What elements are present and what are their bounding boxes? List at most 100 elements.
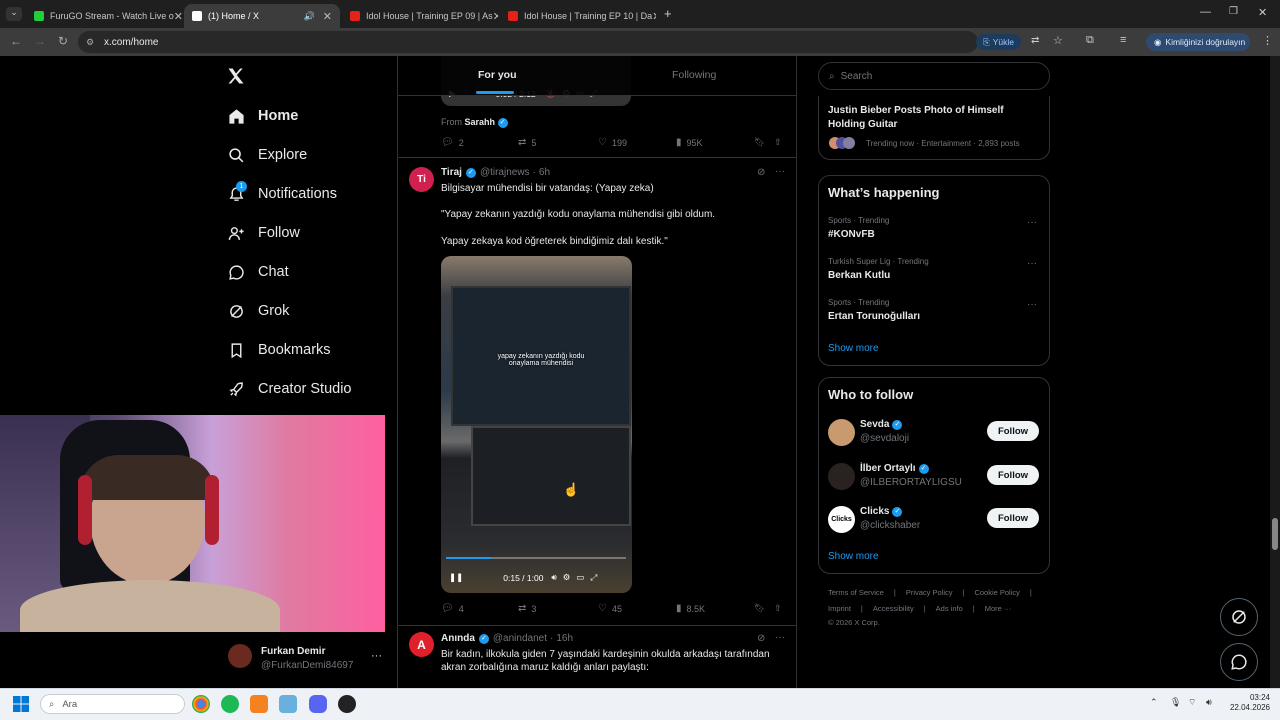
nav-creator-studio[interactable]: Creator Studio bbox=[227, 380, 352, 398]
nav-explore[interactable]: Explore bbox=[227, 146, 307, 164]
views-button[interactable]: ▮ 8.5K bbox=[676, 603, 705, 614]
microphone-icon[interactable]: 🎙︎ bbox=[1170, 697, 1181, 708]
tab-following[interactable]: Following bbox=[672, 69, 716, 81]
browser-tab-idol-house-ep10[interactable]: Idol House | Training EP 10 | Da ✕ bbox=[500, 4, 656, 28]
author-name[interactable]: Anında bbox=[441, 633, 475, 644]
account-handle[interactable]: @FurkanDemi84697 bbox=[261, 660, 353, 671]
more-dots-icon[interactable]: ··· bbox=[775, 166, 785, 177]
bookmark-star-icon[interactable]: ☆ bbox=[1053, 34, 1063, 47]
nav-follow[interactable]: Follow bbox=[227, 224, 300, 242]
author-handle[interactable]: @tirajnews bbox=[480, 167, 530, 178]
aninda-avatar[interactable]: A bbox=[409, 632, 434, 657]
reply-button[interactable]: 💬︎ 4 bbox=[441, 603, 464, 614]
nav-home[interactable]: Home bbox=[227, 107, 298, 125]
close-icon[interactable]: ✕ bbox=[652, 10, 656, 23]
post-time[interactable]: 6h bbox=[539, 167, 550, 178]
share-icon[interactable]: ⇧ bbox=[774, 603, 782, 614]
share-icon[interactable]: ⇧ bbox=[774, 137, 782, 148]
site-info-icon[interactable]: ⚙ bbox=[86, 37, 94, 48]
from-name[interactable]: Sarahh bbox=[465, 117, 496, 127]
pause-icon[interactable]: ❚❚ bbox=[449, 572, 463, 583]
more-dots-icon[interactable]: ··· bbox=[1027, 258, 1037, 269]
fullscreen-icon[interactable]: ⤢ bbox=[590, 572, 597, 583]
more-dots-icon[interactable]: ··· bbox=[371, 650, 382, 662]
post-time[interactable]: 16h bbox=[556, 633, 573, 644]
taskbar-search-input[interactable]: ⌕ Ara bbox=[40, 694, 185, 714]
search-input[interactable]: ⌕ Search bbox=[818, 62, 1050, 90]
extensions-icon[interactable]: ⧉ bbox=[1086, 34, 1094, 47]
close-icon[interactable]: ✕ bbox=[174, 10, 182, 23]
forward-arrow-icon[interactable]: → bbox=[34, 34, 46, 48]
views-button[interactable]: ▮ 95K bbox=[676, 137, 703, 148]
footer-link[interactable]: Accessibility bbox=[873, 604, 914, 613]
top-trend-panel[interactable]: Justin Bieber Posts Photo of Himself Hol… bbox=[818, 96, 1050, 160]
trend-item[interactable]: Turkish Super Lig · Trending Berkan Kutl… bbox=[819, 254, 1049, 294]
follow-button[interactable]: Follow bbox=[987, 508, 1039, 528]
maximize-icon[interactable]: ❐ bbox=[1229, 6, 1238, 17]
more-dots-icon[interactable]: ··· bbox=[1027, 217, 1037, 228]
x-logo-icon[interactable] bbox=[226, 66, 248, 88]
close-icon[interactable]: ✕ bbox=[323, 10, 332, 23]
grok-icon[interactable]: ⊘ bbox=[757, 633, 765, 644]
upload-button[interactable]: ⎘ Yükle bbox=[976, 34, 1021, 50]
volume-icon[interactable]: 🔊︎ bbox=[551, 572, 556, 583]
minimize-icon[interactable]: — bbox=[1200, 6, 1211, 18]
tab-search-button[interactable]: ⌄ bbox=[6, 7, 22, 21]
follow-button[interactable]: Follow bbox=[987, 421, 1039, 441]
spotify-icon[interactable] bbox=[221, 695, 239, 713]
repost-button[interactable]: ⇄ 3 bbox=[518, 603, 536, 614]
browser-tab-idol-house-ep09[interactable]: Idol House | Training EP 09 | As ✕ bbox=[342, 4, 498, 28]
author-name[interactable]: Tiraj bbox=[441, 167, 462, 178]
footer-link[interactable]: Imprint bbox=[828, 604, 851, 613]
footer-link[interactable]: Ads info bbox=[936, 604, 963, 613]
show-more-link[interactable]: Show more bbox=[828, 343, 879, 354]
tab-for-you[interactable]: For you bbox=[478, 69, 517, 81]
follow-suggestion[interactable]: İlber Ortaylı ✓ @ILBERORTAYLIGSU Follow bbox=[819, 460, 1049, 500]
account-name[interactable]: Furkan Demir bbox=[261, 646, 325, 657]
cloud-app-icon[interactable] bbox=[250, 695, 268, 713]
discord-icon[interactable] bbox=[309, 695, 327, 713]
author-handle[interactable]: @anindanet bbox=[493, 633, 547, 644]
repost-button[interactable]: ⇄ 5 bbox=[518, 137, 536, 148]
footer-link[interactable]: Terms of Service bbox=[828, 588, 884, 597]
grok-fab-button[interactable] bbox=[1220, 598, 1258, 636]
chrome-icon[interactable] bbox=[192, 695, 210, 713]
show-more-link[interactable]: Show more bbox=[828, 551, 879, 562]
messages-fab-button[interactable] bbox=[1220, 643, 1258, 681]
browser-tab-x-home[interactable]: (1) Home / X 🔊 ✕ bbox=[184, 4, 340, 28]
nav-notifications[interactable]: 1 Notifications bbox=[227, 181, 337, 203]
url-text[interactable]: x.com/home bbox=[104, 33, 404, 51]
browser-tab-furugo[interactable]: FuruGO Stream - Watch Live o ✕ bbox=[26, 4, 182, 28]
account-avatar[interactable] bbox=[228, 644, 252, 668]
speaker-icon[interactable]: 🔊 bbox=[304, 11, 315, 22]
footer-link[interactable]: Cookie Policy bbox=[974, 588, 1019, 597]
scrollbar-thumb[interactable] bbox=[1272, 518, 1278, 550]
reply-button[interactable]: 💬︎ 2 bbox=[441, 137, 464, 148]
reading-list-icon[interactable]: ≡ bbox=[1120, 34, 1126, 46]
taskbar-clock[interactable]: 03:24 22.04.2026 bbox=[1225, 693, 1270, 713]
video-progress-track[interactable] bbox=[446, 557, 626, 559]
trend-item[interactable]: Sports · Trending #KONvFB ··· bbox=[819, 213, 1049, 253]
reload-icon[interactable]: ↻ bbox=[58, 34, 68, 48]
wifi-icon[interactable]: ⌔ bbox=[1188, 697, 1196, 708]
new-tab-plus-icon[interactable]: + bbox=[664, 6, 672, 21]
translate-icon[interactable]: ⇄ bbox=[1031, 35, 1039, 46]
more-dots-icon[interactable]: ··· bbox=[1027, 299, 1037, 310]
nav-chat[interactable]: Chat bbox=[227, 263, 289, 281]
settings-icon[interactable]: ⚙ bbox=[563, 572, 571, 583]
nav-grok[interactable]: Grok bbox=[227, 302, 289, 320]
browser-menu-icon[interactable]: ⋮ bbox=[1262, 34, 1273, 47]
like-button[interactable]: ♡ 199 bbox=[598, 137, 627, 148]
tiraj-avatar[interactable]: Ti bbox=[409, 167, 434, 192]
close-icon[interactable]: ✕ bbox=[493, 10, 498, 23]
more-dots-icon[interactable]: ··· bbox=[775, 632, 785, 643]
back-arrow-icon[interactable]: ← bbox=[10, 34, 22, 48]
post2-video[interactable]: yapay zekanın yazdığı kodu onaylama mühe… bbox=[441, 256, 632, 593]
network-app-icon[interactable] bbox=[279, 695, 297, 713]
verify-identity-button[interactable]: ◉ Kimliğinizi doğrulayın bbox=[1146, 33, 1250, 51]
footer-link[interactable]: Privacy Policy bbox=[906, 588, 953, 597]
pip-icon[interactable]: ▭ bbox=[576, 572, 584, 583]
like-button[interactable]: ♡ 45 bbox=[598, 603, 622, 614]
window-close-icon[interactable]: ✕ bbox=[1258, 6, 1267, 19]
footer-link[interactable]: More ··· bbox=[985, 604, 1012, 613]
